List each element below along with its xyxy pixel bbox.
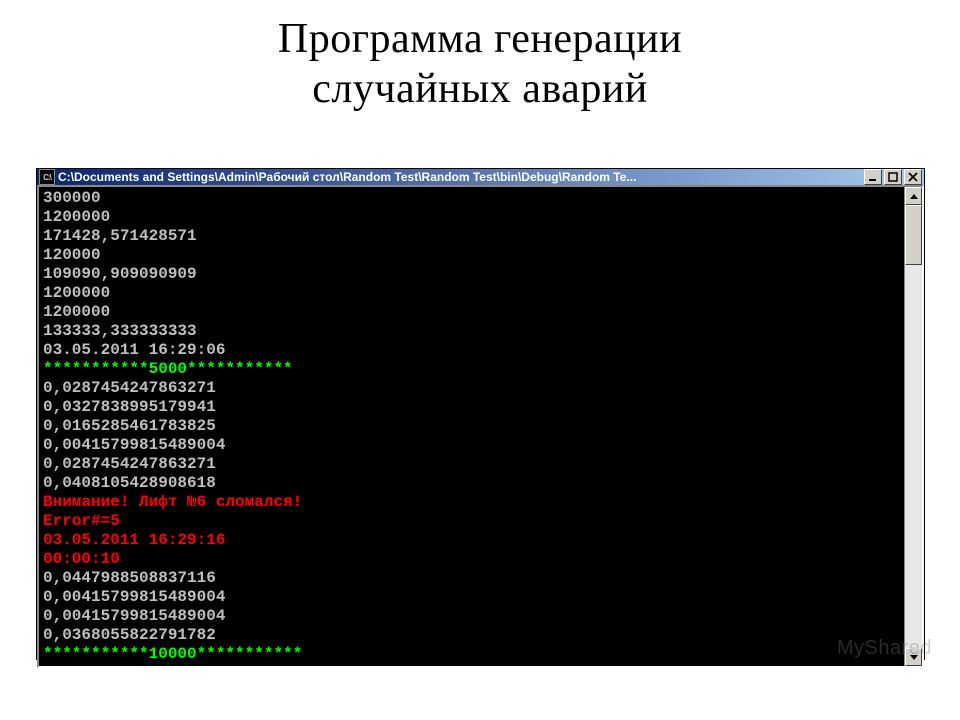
console-body: 3000001200000171428,57142857112000010909… xyxy=(37,185,924,668)
vertical-scrollbar[interactable] xyxy=(904,187,922,666)
console-line: 00:00:10 xyxy=(43,550,900,569)
console-line: 0,00415799815489004 xyxy=(43,607,900,626)
title-line-2: случайных аварий xyxy=(312,66,648,112)
watermark: MyShared xyxy=(837,637,932,660)
window-title: C:\Documents and Settings\Admin\Рабочий … xyxy=(58,170,861,184)
console-line: 0,0287454247863271 xyxy=(43,455,900,474)
console-line: 0,0327838995179941 xyxy=(43,398,900,417)
minimize-icon xyxy=(868,172,878,182)
console-line: ***********10000*********** xyxy=(43,645,900,664)
console-line: 120000 xyxy=(43,246,900,265)
maximize-icon xyxy=(888,172,898,182)
scroll-up-button[interactable] xyxy=(905,187,922,205)
maximize-button[interactable] xyxy=(884,169,902,185)
console-line: 0,0447988508837116 xyxy=(43,569,900,588)
slide-title: Программа генерации случайных аварий xyxy=(0,0,960,115)
close-button[interactable] xyxy=(904,169,922,185)
scrollbar-thumb[interactable] xyxy=(905,205,922,265)
console-line: 03.05.2011 16:29:06 xyxy=(43,341,900,360)
cmd-icon[interactable]: C:\ xyxy=(39,169,55,185)
console-line: 300000 xyxy=(43,189,900,208)
window-controls xyxy=(864,169,922,185)
console-line: 03.05.2011 16:29:16 xyxy=(43,531,900,550)
console-line: 0,0165285461783825 xyxy=(43,417,900,436)
console-line: ***********5000*********** xyxy=(43,360,900,379)
console-line: Внимание! Лифт №6 сломался! xyxy=(43,493,900,512)
console-output[interactable]: 3000001200000171428,57142857112000010909… xyxy=(39,187,904,666)
console-line: 109090,909090909 xyxy=(43,265,900,284)
console-line: 0,00415799815489004 xyxy=(43,588,900,607)
console-line: 1200000 xyxy=(43,284,900,303)
title-line-1: Программа генерации xyxy=(278,16,682,62)
console-window: C:\ C:\Documents and Settings\Admin\Рабо… xyxy=(36,168,925,660)
console-line: 1200000 xyxy=(43,208,900,227)
chevron-up-icon xyxy=(910,194,918,199)
console-line: 1200000 xyxy=(43,303,900,322)
minimize-button[interactable] xyxy=(864,169,882,185)
scrollbar-track[interactable] xyxy=(905,205,922,648)
console-line: 133333,333333333 xyxy=(43,322,900,341)
close-icon xyxy=(908,172,918,182)
console-line: 171428,571428571 xyxy=(43,227,900,246)
console-line: Error#=5 xyxy=(43,512,900,531)
console-line: 0,0408105428908618 xyxy=(43,474,900,493)
window-titlebar[interactable]: C:\ C:\Documents and Settings\Admin\Рабо… xyxy=(37,169,924,185)
console-line: 0,0287454247863271 xyxy=(43,379,900,398)
console-line: 0,0368055822791782 xyxy=(43,626,900,645)
console-line: 0,00415799815489004 xyxy=(43,436,900,455)
